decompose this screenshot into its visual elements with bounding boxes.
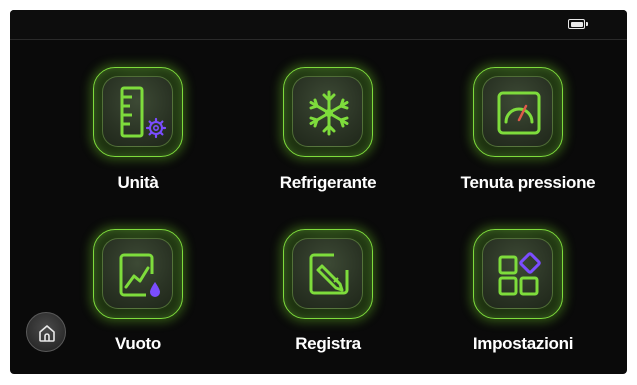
pressure-hold-label: Tenuta pressione — [460, 173, 596, 192]
units-label: Unità — [117, 173, 159, 192]
settings-button[interactable] — [473, 229, 563, 319]
settings-label: Impostazioni — [472, 334, 574, 353]
chart-drop-icon — [119, 253, 160, 297]
battery-icon — [568, 19, 588, 29]
refrigerant-label: Refrigerante — [279, 173, 377, 192]
home-icon — [39, 325, 55, 342]
pencil-square-icon — [309, 253, 349, 295]
apps-grid-icon — [498, 252, 541, 296]
units-button[interactable] — [93, 67, 183, 157]
vacuum-button[interactable] — [93, 229, 183, 319]
home-button[interactable] — [26, 312, 66, 352]
record-label: Registra — [295, 334, 361, 353]
refrigerant-button[interactable] — [283, 67, 373, 157]
ruler-gear-icon — [120, 86, 167, 139]
vacuum-label: Vuoto — [114, 334, 162, 353]
device-screen: Unità Refrigerante Tenuta pressione Vuot… — [10, 10, 627, 374]
snowflake-icon — [309, 90, 349, 136]
gauge-icon — [497, 91, 541, 135]
status-bar — [10, 10, 627, 40]
pressure-hold-button[interactable] — [473, 67, 563, 157]
record-button[interactable] — [283, 229, 373, 319]
